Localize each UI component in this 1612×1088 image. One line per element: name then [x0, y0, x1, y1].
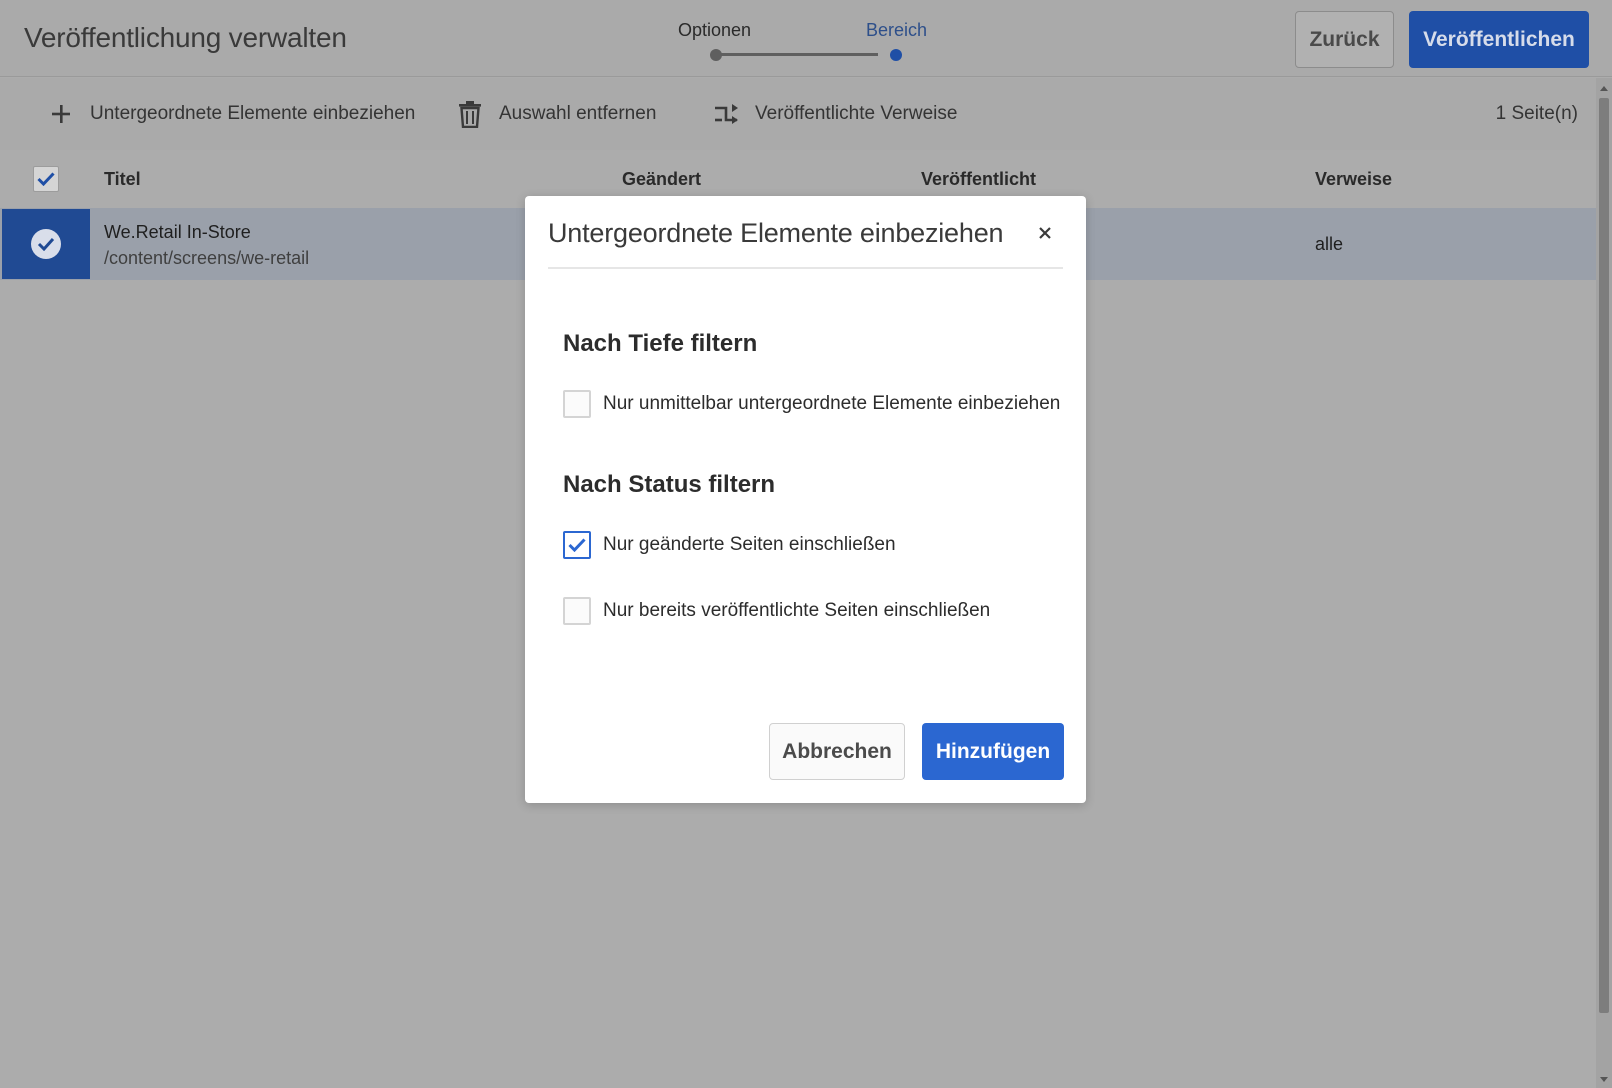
dialog-divider [548, 267, 1063, 269]
row-references: alle [1315, 233, 1344, 254]
row-thumbnail[interactable] [2, 209, 90, 279]
step-options-label[interactable]: Optionen [678, 20, 751, 41]
wizard-stepper: Optionen Bereich [668, 18, 928, 68]
modified-pages-label: Nur geänderte Seiten einschließen [603, 534, 896, 555]
include-children-button[interactable]: Untergeordnete Elemente einbeziehen [46, 78, 415, 150]
modified-pages-checkbox[interactable] [563, 531, 591, 559]
published-pages-checkbox[interactable] [563, 597, 591, 625]
direct-children-checkbox[interactable] [563, 390, 591, 418]
dialog-title: Untergeordnete Elemente einbeziehen [548, 218, 1004, 248]
vertical-scrollbar[interactable] [1596, 78, 1612, 1088]
include-children-dialog: Untergeordnete Elemente einbeziehen Nach… [525, 196, 1086, 803]
modified-pages-option[interactable]: Nur geänderte Seiten einschließen [563, 530, 896, 560]
published-references-button[interactable]: Veröffentlichte Verweise [711, 78, 957, 150]
checkmark-icon [37, 172, 55, 186]
references-icon [711, 99, 741, 129]
page-title: Veröffentlichung verwalten [24, 22, 347, 53]
trash-icon [455, 99, 485, 129]
row-title: We.Retail In-Store [104, 222, 251, 242]
scroll-up-icon[interactable] [1600, 86, 1608, 91]
direct-children-label: Nur unmittelbar untergeordnete Elemente … [603, 393, 1061, 414]
row-path: /content/screens/we-retail [104, 248, 310, 268]
stepper-line [716, 53, 878, 56]
step-scope-dot [890, 49, 902, 61]
status-filter-heading: Nach Status filtern [563, 471, 776, 498]
scrollbar-thumb[interactable] [1599, 98, 1609, 1013]
remove-selection-button[interactable]: Auswahl entfernen [455, 78, 656, 150]
select-all-checkbox[interactable] [33, 166, 59, 192]
step-options-dot [710, 49, 722, 61]
publish-button[interactable]: Veröffentlichen [1409, 11, 1589, 68]
checkmark-icon [568, 538, 586, 552]
published-references-label: Veröffentlichte Verweise [755, 103, 958, 124]
add-button[interactable]: Hinzufügen [922, 723, 1064, 780]
column-header-title[interactable]: Titel [104, 150, 141, 208]
cancel-button[interactable]: Abbrechen [769, 723, 905, 780]
header-bar: Veröffentlichung verwalten Optionen Bere… [0, 0, 1612, 77]
depth-filter-heading: Nach Tiefe filtern [563, 330, 758, 357]
direct-children-option[interactable]: Nur unmittelbar untergeordnete Elemente … [563, 389, 1060, 419]
close-icon[interactable] [1032, 220, 1058, 246]
step-scope-label[interactable]: Bereich [866, 20, 927, 41]
back-button[interactable]: Zurück [1295, 11, 1394, 68]
selected-check-icon [31, 229, 61, 259]
include-children-label: Untergeordnete Elemente einbeziehen [90, 103, 416, 124]
remove-selection-label: Auswahl entfernen [499, 103, 657, 124]
action-toolbar: Untergeordnete Elemente einbeziehen Ausw… [0, 78, 1596, 150]
scroll-down-icon[interactable] [1600, 1077, 1608, 1082]
plus-icon [46, 99, 76, 129]
page-count: 1 Seite(n) [1495, 103, 1578, 124]
published-pages-label: Nur bereits veröffentlichte Seiten einsc… [603, 600, 991, 621]
column-header-references[interactable]: Verweise [1315, 150, 1392, 208]
published-pages-option[interactable]: Nur bereits veröffentlichte Seiten einsc… [563, 596, 990, 626]
